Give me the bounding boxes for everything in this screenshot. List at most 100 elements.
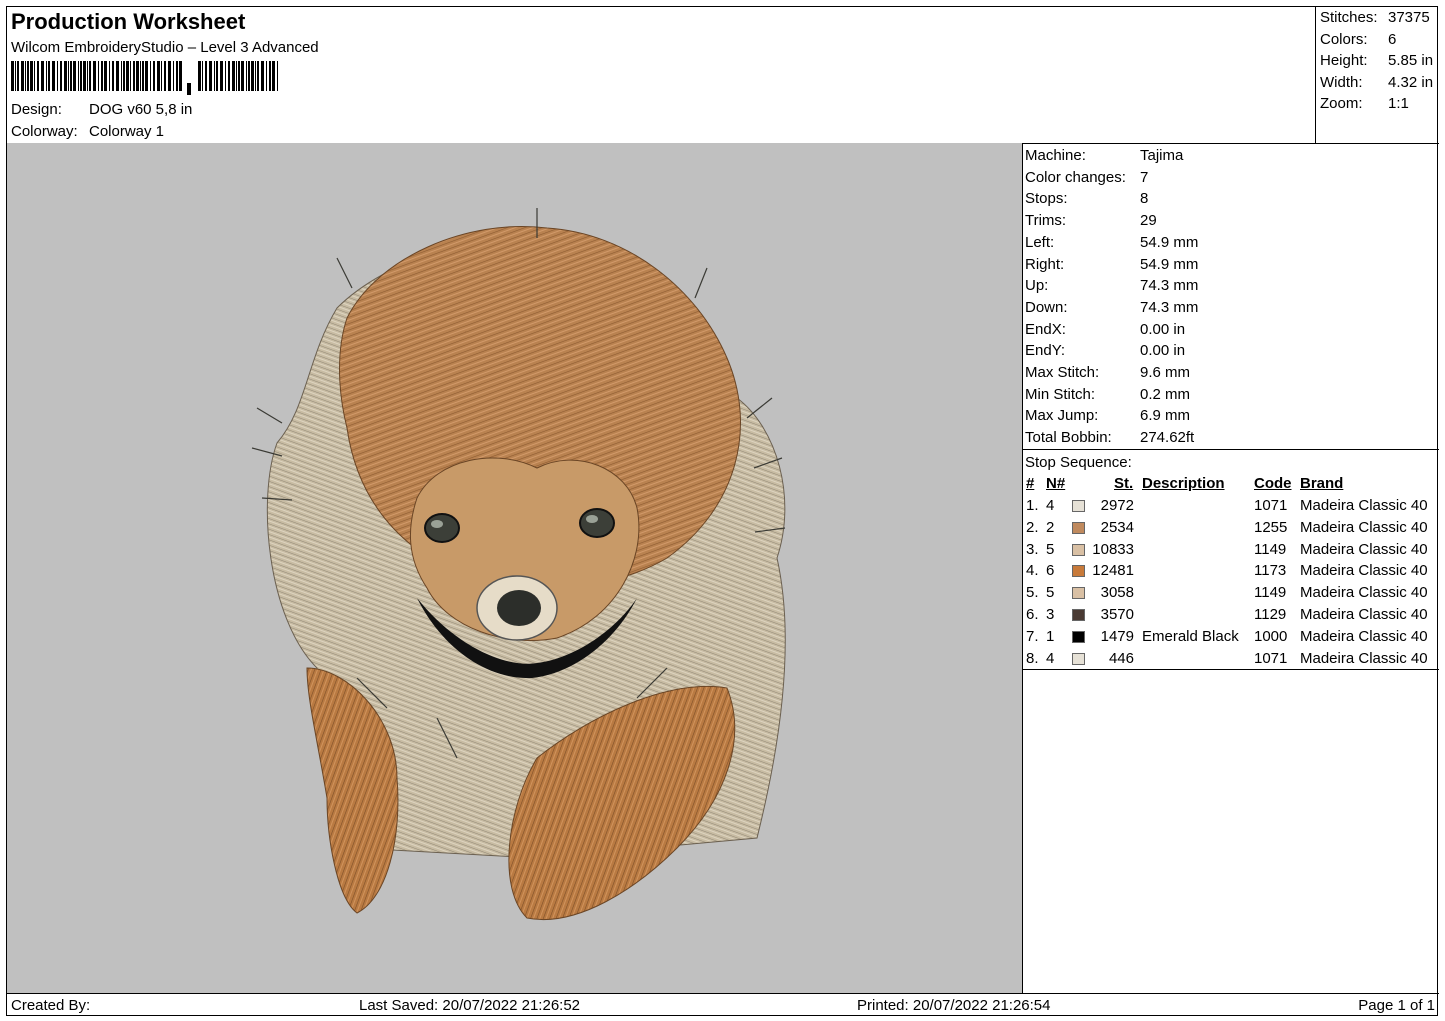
barcode-bar (83, 61, 86, 91)
barcode-bar (232, 61, 235, 91)
barcode-bar (60, 61, 62, 91)
machine-info-label: Machine: (1025, 147, 1086, 164)
machine-info-row: Right: 54.9 mm (1025, 254, 1198, 276)
cell-brand: Madeira Classic 40 (1300, 497, 1428, 514)
barcode-bar (142, 61, 144, 91)
barcode-bar (112, 61, 114, 91)
summary-zoom: Zoom: 1:1 (1320, 93, 1409, 115)
cell-num: 8. (1026, 649, 1039, 667)
machine-info-value: 7 (1140, 168, 1149, 186)
barcode-bar (198, 61, 201, 91)
barcode-bar (37, 61, 39, 91)
thread-color-swatch (1072, 587, 1085, 600)
barcode-bar (70, 61, 72, 91)
barcode-bar (87, 61, 88, 91)
machine-info-label: Max Stitch: (1025, 364, 1100, 381)
cell-needle: 1 (1046, 627, 1055, 645)
barcode-bar (25, 61, 26, 91)
cell-num: 2. (1026, 518, 1039, 536)
machine-info-row: Color changes: 7 (1025, 167, 1148, 189)
barcode-bar (15, 61, 16, 91)
cell-code: 1149 (1254, 584, 1287, 602)
divider (1022, 449, 1439, 450)
cell-num: 6. (1026, 606, 1039, 623)
barcode-bar (68, 61, 69, 91)
cell-code: 1173 (1254, 562, 1287, 580)
machine-info-label: EndY: (1025, 342, 1066, 360)
cell-brand: Madeira Classic 40 (1300, 606, 1428, 623)
cell-brand: Madeira Classic 40 (1300, 627, 1428, 645)
machine-info-value: Tajima (1140, 147, 1184, 164)
pomeranian-embroidery-image (251, 208, 786, 920)
machine-info-value: 74.3 mm (1140, 277, 1199, 295)
summary-label: Width: (1320, 73, 1363, 91)
table-row: 3. 5 10833 1149 Madeira Classic 40 (1022, 539, 1439, 561)
machine-info-row: EndX: 0.00 in (1025, 319, 1185, 341)
barcode-bar (17, 61, 19, 91)
barcode-bar (133, 61, 135, 91)
summary-value: 1:1 (1388, 95, 1409, 112)
design-value: DOG v60 5,8 in (89, 101, 193, 118)
summary-value: 37375 (1388, 9, 1430, 26)
machine-info-value: 29 (1140, 212, 1157, 230)
machine-info-row: Left: 54.9 mm (1025, 232, 1198, 254)
summary-colors: Colors: 6 (1320, 29, 1396, 51)
page-number: Page 1 of 1 (1358, 997, 1435, 1014)
barcode-bar (209, 61, 212, 91)
barcode-bar (202, 61, 203, 91)
last-saved: Last Saved: 20/07/2022 21:26:52 (359, 997, 581, 1014)
barcode-bar (78, 61, 79, 91)
colorway-row: Colorway: Colorway 1 (11, 123, 164, 140)
summary-value: 4.32 in (1388, 73, 1434, 91)
barcode-bar (123, 61, 125, 91)
machine-info-value: 0.2 mm (1140, 385, 1191, 403)
barcode-bar (140, 61, 141, 91)
design-label: Design: (11, 101, 62, 118)
barcode-bar (101, 61, 103, 91)
software-name: Wilcom EmbroideryStudio – Level 3 Advanc… (11, 39, 319, 56)
created-by: Created By: (11, 997, 91, 1014)
machine-info-row: Machine: Tajima (1025, 145, 1183, 167)
thread-color-swatch (1072, 500, 1085, 512)
cell-needle: 3 (1046, 606, 1055, 623)
barcode-bar (116, 61, 119, 91)
printed-date: Printed: 20/07/2022 21:26:54 (857, 997, 1051, 1014)
machine-info-row: Stops: 8 (1025, 188, 1148, 210)
machine-info-value: 6.9 mm (1140, 407, 1191, 425)
thread-color-swatch (1072, 652, 1085, 665)
summary-label: Stitches: (1320, 9, 1378, 26)
barcode-bar (46, 61, 47, 91)
cell-num: 5. (1026, 584, 1039, 602)
barcode-bar (214, 61, 215, 91)
barcode-bar (136, 61, 139, 91)
barcode-bar (164, 61, 166, 91)
cell-needle: 5 (1046, 540, 1055, 558)
barcode-bar (145, 61, 148, 91)
table-row: 7. 1 1479 Emerald Black 1000 Madeira Classic … (1022, 626, 1439, 648)
machine-info-label: Min Stitch: (1025, 385, 1096, 403)
barcode-bar (48, 61, 50, 91)
barcode-bar (248, 61, 250, 91)
col-header-needle: N# (1046, 475, 1066, 492)
summary-value: 6 (1388, 30, 1397, 48)
barcode-bar (179, 61, 182, 91)
table-row: 1. 4 2972 1071 Madeira Classic 40 (1022, 495, 1439, 517)
barcode-bar (21, 61, 24, 91)
machine-info-row: EndY: 0.00 in (1025, 340, 1185, 362)
barcode-bar (30, 61, 33, 91)
barcode-bar (266, 61, 267, 91)
thread-color-swatch (1072, 630, 1085, 643)
machine-info-row: Max Stitch: 9.6 mm (1025, 362, 1190, 384)
barcode-bar (57, 61, 58, 91)
cell-code: 1071 (1254, 497, 1288, 514)
barcode-bar (216, 61, 218, 91)
machine-info-value: 0.00 in (1140, 342, 1186, 360)
cell-brand: Madeira Classic 40 (1300, 518, 1428, 536)
machine-info-value: 274.62ft (1140, 429, 1195, 447)
machine-info-panel: Machine: Tajima Color changes: 7 Stops: 8 Trim… (1022, 143, 1439, 993)
thread-color-swatch (1072, 543, 1085, 556)
barcode-bar (11, 61, 14, 91)
col-header-num: # (1026, 475, 1035, 492)
cell-code: 1255 (1254, 518, 1288, 536)
barcode-bar (241, 61, 244, 91)
